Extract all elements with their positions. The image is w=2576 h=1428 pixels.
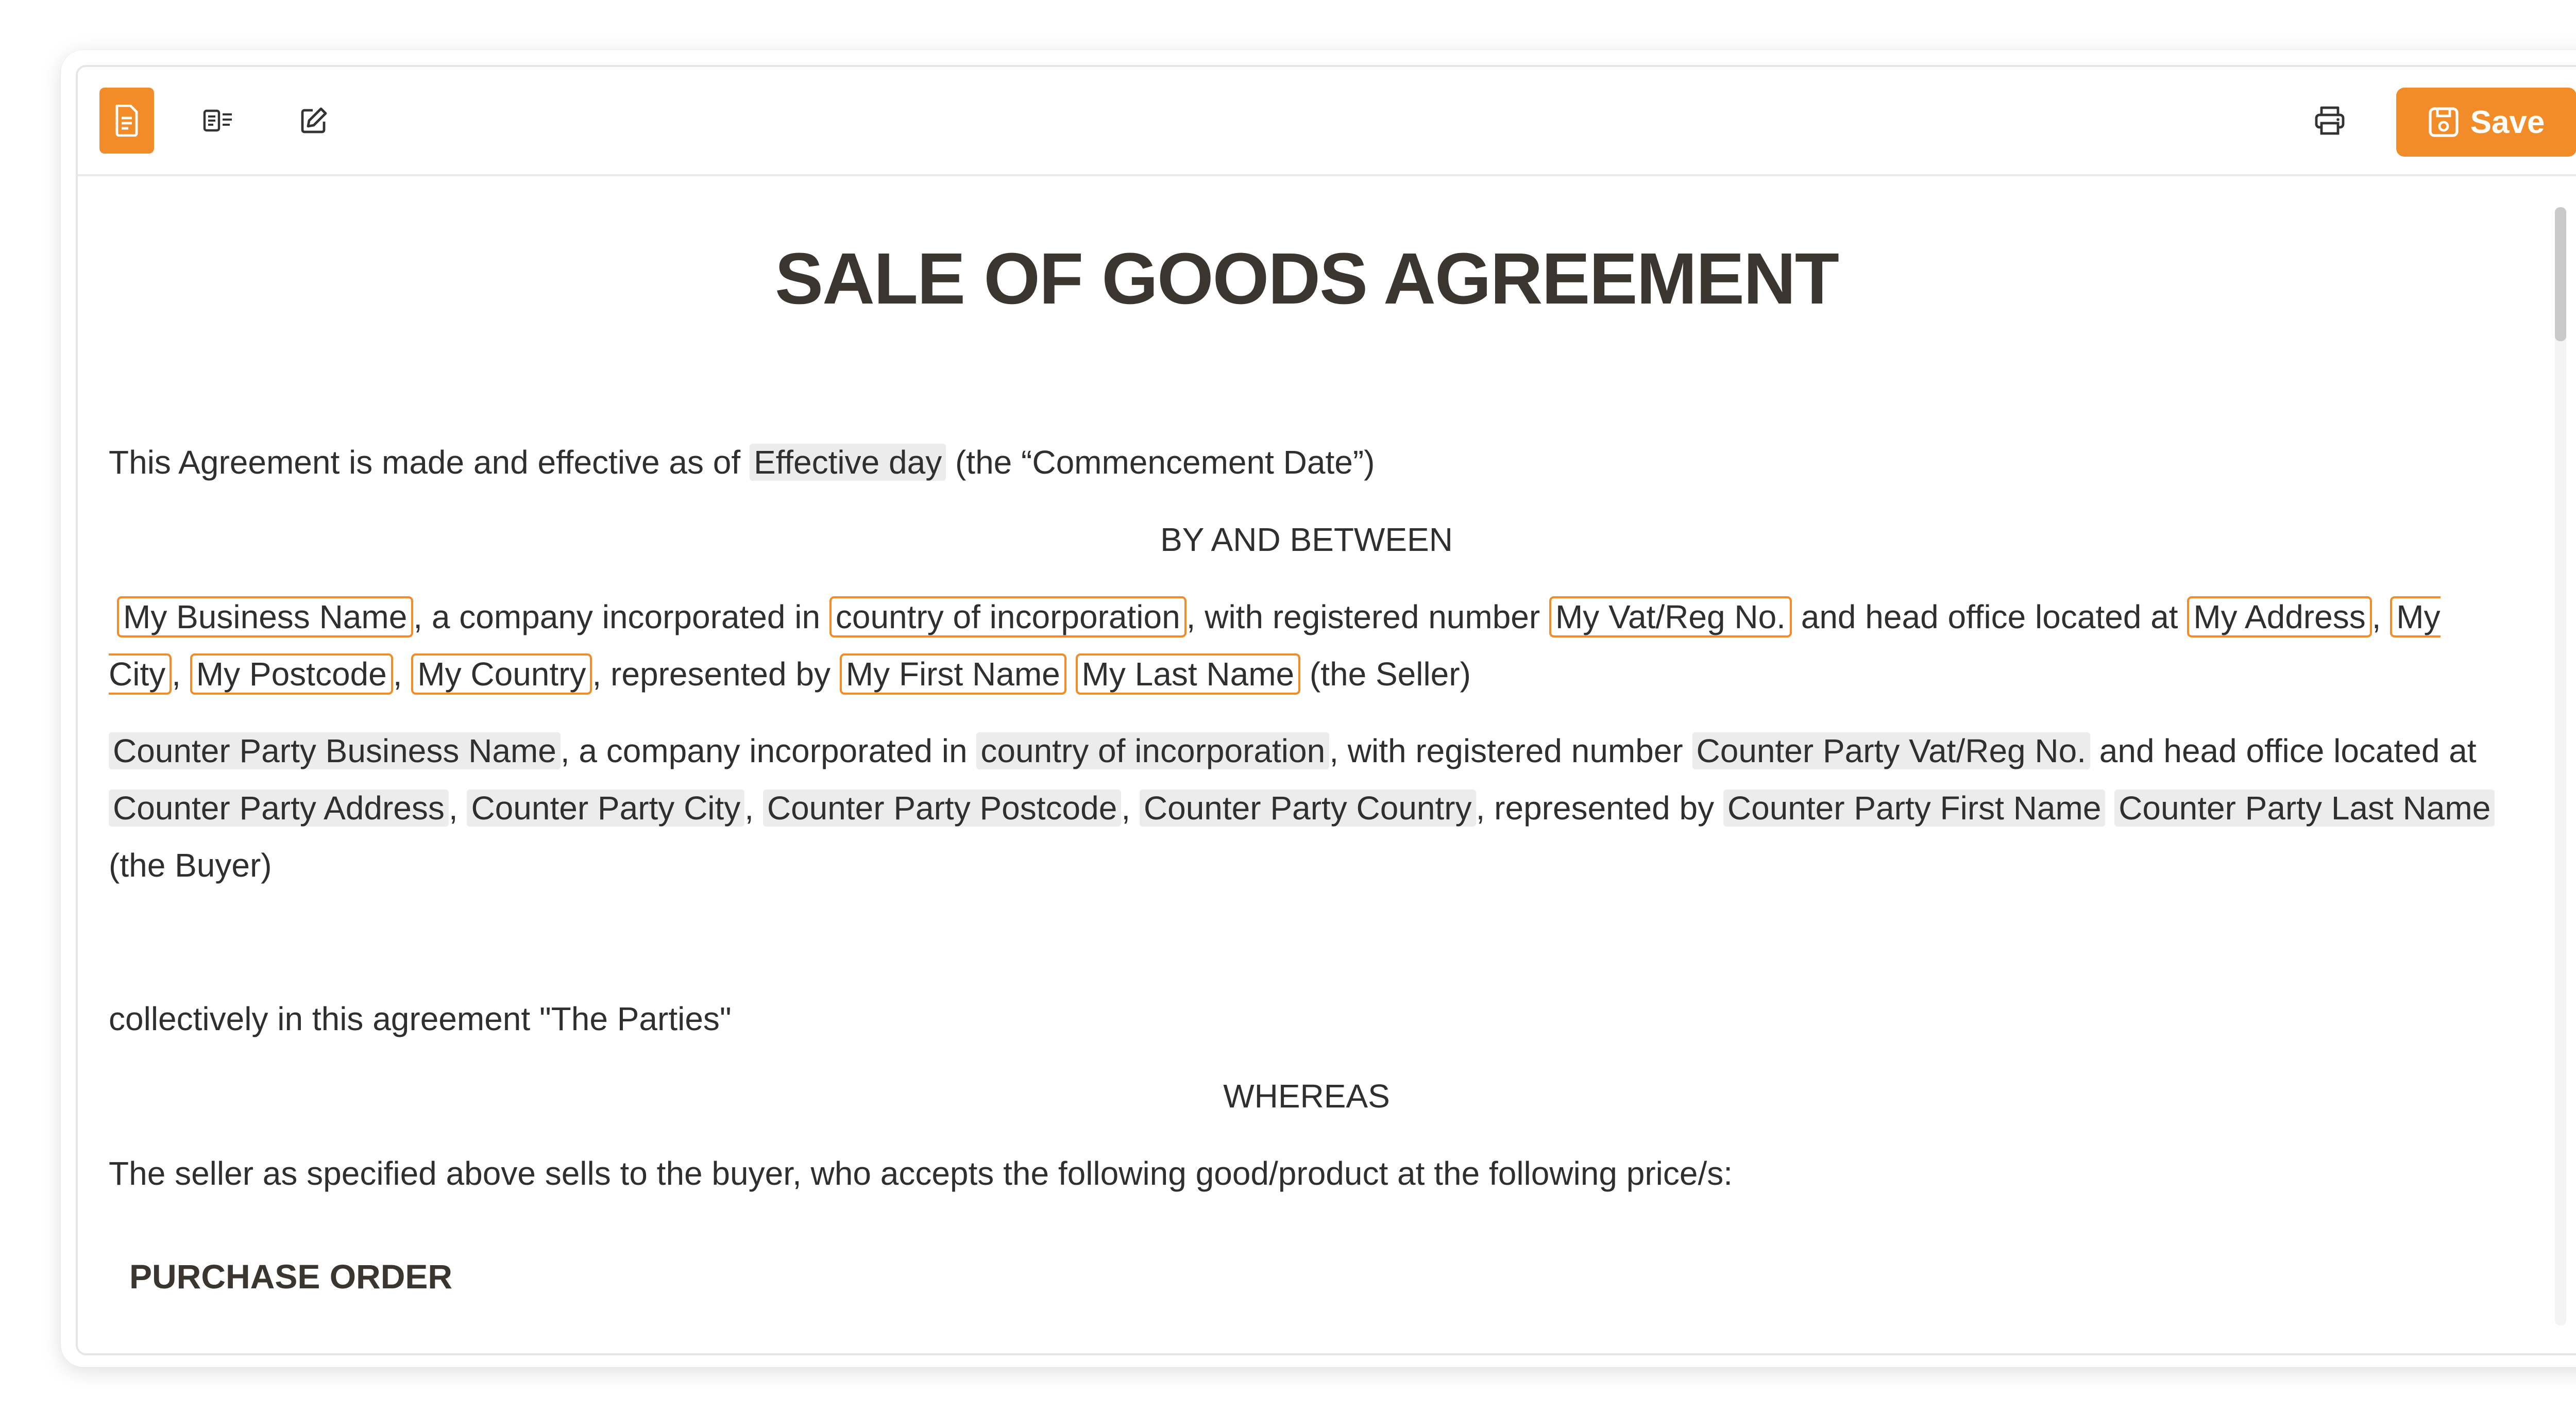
buyer-country-name-field[interactable]: Counter Party Country <box>1139 789 1476 827</box>
buyer-country-field[interactable]: country of incorporation <box>976 732 1330 769</box>
seller-paragraph: My Business Name, a company incorporated… <box>109 589 2504 703</box>
buyer-paragraph: Counter Party Business Name, a company i… <box>109 723 2504 894</box>
effective-day-field[interactable]: Effective day <box>749 444 946 481</box>
intro-paragraph: This Agreement is made and effective as … <box>109 444 1375 481</box>
edit-icon <box>299 106 328 135</box>
document-icon <box>114 105 140 137</box>
document-body[interactable]: SALE OF GOODS AGREEMENT This Agreement i… <box>78 176 2576 1353</box>
preview-icon <box>203 109 234 132</box>
seller-business-name-field[interactable]: My Business Name <box>117 596 414 637</box>
seller-postcode-field[interactable]: My Postcode <box>190 653 393 695</box>
save-button[interactable]: Save <box>2396 88 2576 157</box>
print-icon <box>2314 106 2345 136</box>
whereas-heading: WHEREAS <box>1223 1078 1390 1115</box>
document-view-button[interactable] <box>99 88 154 154</box>
seller-country-name-field[interactable]: My Country <box>411 653 592 695</box>
buyer-last-name-field[interactable]: Counter Party Last Name <box>2114 789 2495 827</box>
seller-first-name-field[interactable]: My First Name <box>839 653 1066 695</box>
seller-address-field[interactable]: My Address <box>2187 596 2372 637</box>
buyer-city-field[interactable]: Counter Party City <box>467 789 745 827</box>
preview-button[interactable] <box>191 88 246 154</box>
purchase-order-heading: PURCHASE ORDER <box>129 1257 453 1296</box>
by-and-between: BY AND BETWEEN <box>1160 521 1453 558</box>
save-label: Save <box>2470 104 2545 140</box>
buyer-vat-field[interactable]: Counter Party Vat/Reg No. <box>1692 732 2090 769</box>
seller-last-name-field[interactable]: My Last Name <box>1075 653 1301 695</box>
scrollbar-thumb[interactable] <box>2555 207 2566 341</box>
collectively-paragraph: collectively in this agreement "The Part… <box>109 1000 732 1037</box>
document-title: SALE OF GOODS AGREEMENT <box>775 238 1839 319</box>
print-button[interactable] <box>2302 88 2357 154</box>
seller-statement: The seller as specified above sells to t… <box>109 1155 1733 1192</box>
document-editor: Save SALE OF GOODS AGREEMENT This Agreem… <box>76 65 2576 1355</box>
buyer-postcode-field[interactable]: Counter Party Postcode <box>762 789 1122 827</box>
toolbar: Save <box>78 67 2576 176</box>
seller-vat-field[interactable]: My Vat/Reg No. <box>1549 596 1792 637</box>
edit-button[interactable] <box>286 88 341 154</box>
save-icon <box>2428 107 2459 138</box>
scrollbar[interactable] <box>2555 207 2566 1325</box>
buyer-first-name-field[interactable]: Counter Party First Name <box>1723 789 2106 827</box>
buyer-business-name-field[interactable]: Counter Party Business Name <box>109 732 561 769</box>
seller-country-field[interactable]: country of incorporation <box>829 596 1187 637</box>
buyer-address-field[interactable]: Counter Party Address <box>109 789 449 827</box>
